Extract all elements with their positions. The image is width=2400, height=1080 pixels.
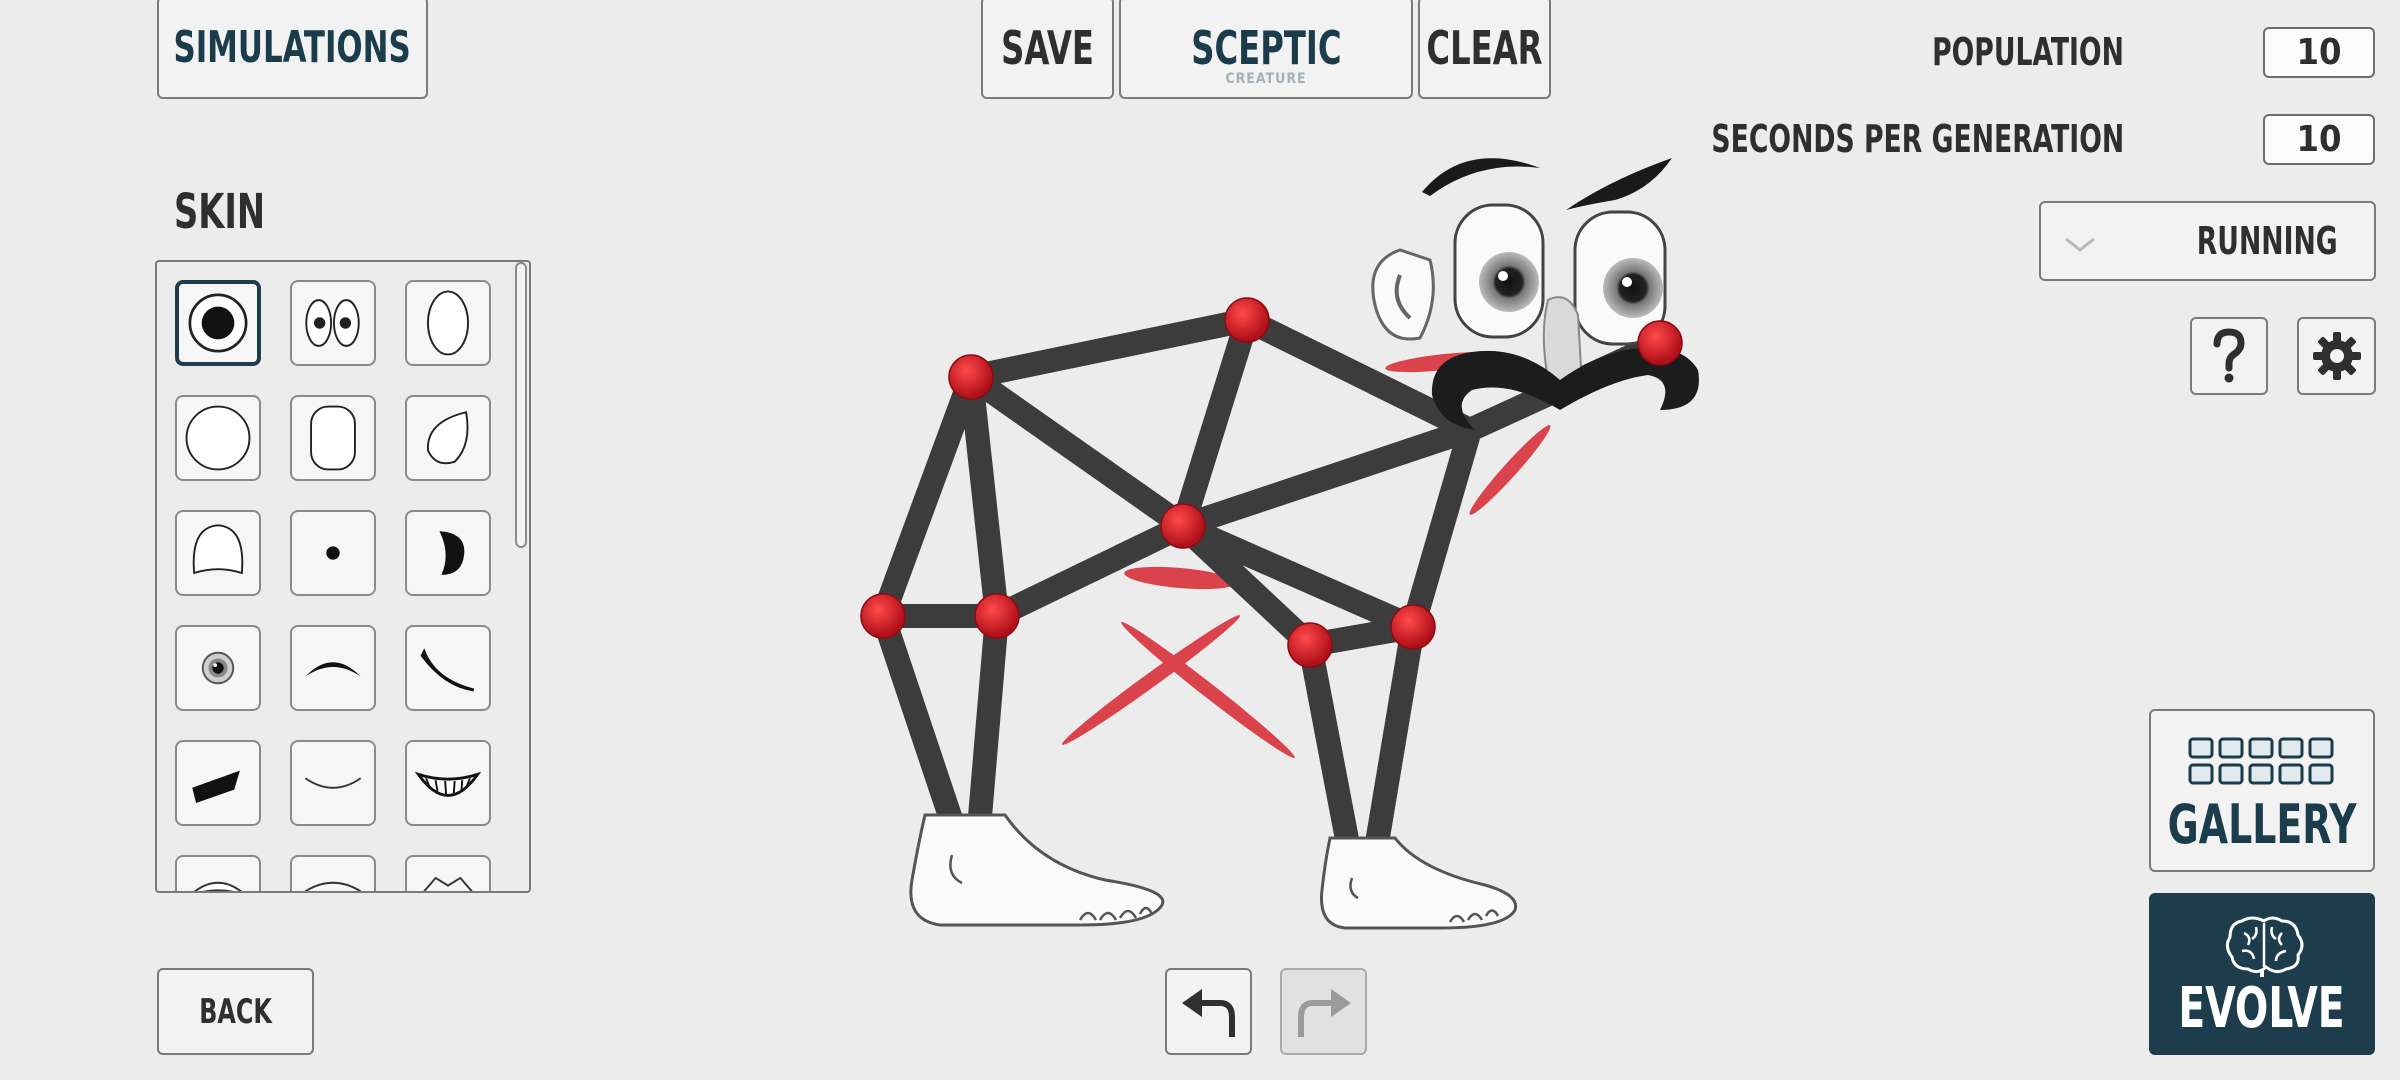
save-button[interactable]: SAVE xyxy=(981,0,1114,99)
redo-arrow-icon xyxy=(1297,988,1351,1037)
crescent-pupil-icon xyxy=(439,531,465,575)
round-eye-icon xyxy=(185,405,251,471)
evolve-label: EVOLVE xyxy=(2178,976,2346,1041)
skin-item-smile-thin[interactable] xyxy=(290,740,376,826)
skin-title-text: SKIN xyxy=(174,184,266,240)
smile-thin-icon xyxy=(304,777,362,789)
undo-arrow-icon xyxy=(1181,988,1235,1037)
evolve-button[interactable]: EVOLVE xyxy=(2149,893,2375,1055)
realistic-eye-icon xyxy=(201,651,235,685)
chevron-down-icon xyxy=(2065,237,2095,252)
redo-button[interactable] xyxy=(1280,968,1367,1055)
clear-button[interactable]: CLEAR xyxy=(1418,0,1551,99)
tilted-eye-icon xyxy=(427,411,469,465)
left-foot xyxy=(909,813,1165,927)
skin-item-eyebrow-slant[interactable] xyxy=(405,625,491,711)
oval-eye-icon xyxy=(427,290,469,356)
skin-item-crescent-pupil[interactable] xyxy=(405,510,491,596)
skin-item-tilted-eye[interactable] xyxy=(405,395,491,481)
seconds-text: SECONDS PER GENERATION xyxy=(1711,117,2124,161)
help-button[interactable] xyxy=(2190,317,2268,395)
ear xyxy=(1371,248,1435,341)
eyebrows xyxy=(1422,158,1672,210)
eyebrow-thick-icon xyxy=(192,770,240,804)
settings-button[interactable] xyxy=(2297,317,2376,395)
small-dot-pupil-icon xyxy=(326,546,340,560)
population-label: POPULATION xyxy=(1878,30,2124,74)
task-value: RUNNING xyxy=(2197,219,2338,263)
gear-icon xyxy=(2312,332,2361,380)
task-dropdown[interactable]: RUNNING xyxy=(2039,201,2376,281)
joint xyxy=(860,593,906,639)
grid-icon xyxy=(2188,737,2334,785)
skin-item-rounded-square-eye[interactable] xyxy=(290,395,376,481)
joint xyxy=(948,354,994,400)
skin-item-oval-eye[interactable] xyxy=(405,280,491,366)
mouth-pout-icon xyxy=(423,876,473,891)
half-eye-icon xyxy=(192,524,244,575)
feet xyxy=(909,813,1518,930)
population-text: POPULATION xyxy=(1932,30,2124,74)
joint xyxy=(1390,604,1436,650)
seconds-value: 10 xyxy=(2296,119,2342,160)
skin-item-half-eye[interactable] xyxy=(175,510,261,596)
brain-icon xyxy=(2225,916,2304,977)
skin-item-big-pupil-eye[interactable] xyxy=(175,280,261,366)
mouth-lips-icon xyxy=(194,881,242,891)
skin-title: SKIN xyxy=(174,184,291,240)
gallery-button[interactable]: GALLERY xyxy=(2149,709,2375,872)
mouth-open-icon xyxy=(304,881,362,891)
skin-item-toothy-grin[interactable] xyxy=(405,740,491,826)
clear-label: CLEAR xyxy=(1426,20,1543,75)
toothy-grin-icon xyxy=(414,771,482,797)
skin-scrollbar[interactable] xyxy=(515,262,527,548)
back-button[interactable]: BACK xyxy=(157,968,314,1055)
skin-item-mouth-open[interactable] xyxy=(290,855,376,891)
big-pupil-eye-icon xyxy=(188,293,248,353)
skin-palette[interactable] xyxy=(155,260,531,893)
back-label: BACK xyxy=(199,991,272,1032)
skin-item-small-dot-pupil[interactable] xyxy=(290,510,376,596)
joint xyxy=(1287,622,1333,668)
skin-item-realistic-eye[interactable] xyxy=(175,625,261,711)
skin-item-eyebrow-thick[interactable] xyxy=(175,740,261,826)
simulations-button[interactable]: SIMULATIONS xyxy=(157,0,428,99)
skin-item-round-eye[interactable] xyxy=(175,395,261,481)
question-mark-icon xyxy=(2213,328,2245,383)
seconds-per-generation-input[interactable]: 10 xyxy=(2263,114,2375,165)
gallery-label: GALLERY xyxy=(2167,793,2357,856)
save-label: SAVE xyxy=(1001,20,1094,75)
undo-button[interactable] xyxy=(1165,968,1252,1055)
creature-name: SCEPTIC xyxy=(1190,20,1342,75)
population-input[interactable]: 10 xyxy=(2263,27,2375,78)
pair-of-eyes-icon xyxy=(305,299,360,347)
joint xyxy=(1160,503,1206,549)
skin-item-pair-of-eyes[interactable] xyxy=(290,280,376,366)
skin-item-eyebrow-arch[interactable] xyxy=(290,625,376,711)
creature-name-button[interactable]: SCEPTIC CREATURE xyxy=(1119,0,1413,99)
joint xyxy=(1224,297,1270,343)
rounded-square-eye-icon xyxy=(310,405,356,471)
creature-canvas[interactable] xyxy=(800,100,1700,1000)
eyebrow-slant-icon xyxy=(420,648,475,692)
simulations-label: SIMULATIONS xyxy=(173,22,412,73)
population-value: 10 xyxy=(2296,32,2342,73)
eyebrow-arch-icon xyxy=(305,662,361,677)
joint xyxy=(1637,320,1683,366)
skin-item-mouth-lips[interactable] xyxy=(175,855,261,891)
joint xyxy=(974,593,1020,639)
skin-item-mouth-pout[interactable] xyxy=(405,855,491,891)
